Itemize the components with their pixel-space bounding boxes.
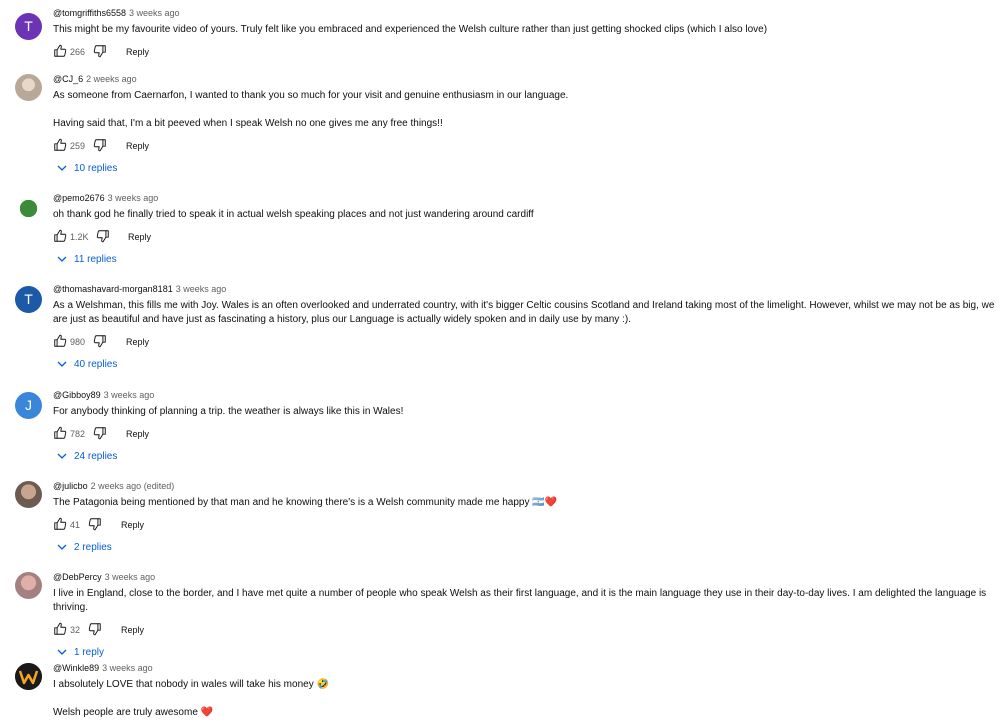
- chevron-down-icon: [57, 544, 67, 550]
- reply-button[interactable]: Reply: [126, 333, 149, 351]
- thumb-up-icon[interactable]: [53, 334, 67, 348]
- comment-author[interactable]: @pemo2676: [53, 193, 105, 203]
- comment-actions: 1.2K Reply: [53, 228, 998, 246]
- replies-label: 40 replies: [74, 359, 118, 370]
- comment-time[interactable]: 3 weeks ago: [108, 193, 159, 203]
- avatar[interactable]: [15, 74, 42, 101]
- comment-time[interactable]: 2 weeks ago: [86, 74, 137, 84]
- reply-button[interactable]: Reply: [126, 137, 149, 155]
- comment-text: For anybody thinking of planning a trip.…: [53, 406, 404, 417]
- comment-time[interactable]: 3 weeks ago: [105, 572, 156, 582]
- replies-label: 10 replies: [74, 163, 118, 174]
- replies-label: 11 replies: [74, 254, 117, 265]
- comment-author[interactable]: @Winkle89: [53, 663, 99, 673]
- like-count: 782: [70, 429, 86, 439]
- comment-actions: 41 Reply: [53, 516, 998, 534]
- replies-label: 1 reply: [74, 647, 105, 658]
- view-replies-button[interactable]: 10 replies: [53, 161, 998, 177]
- like-count: 266: [70, 47, 86, 57]
- thumb-up-icon[interactable]: [53, 622, 67, 636]
- comment-text: oh thank god he finally tried to speak i…: [53, 209, 534, 220]
- comment-actions: 980 Reply: [53, 333, 998, 351]
- reply-button[interactable]: Reply: [121, 516, 144, 534]
- view-replies-button[interactable]: 2 replies: [53, 540, 998, 556]
- like-count: 259: [70, 141, 86, 151]
- comment-author[interactable]: @julicbo: [53, 481, 88, 491]
- comment-author[interactable]: @thomashavard-morgan8181: [53, 284, 173, 294]
- avatar[interactable]: J: [15, 392, 42, 419]
- view-replies-button[interactable]: 11 replies: [53, 252, 998, 268]
- avatar[interactable]: [15, 481, 42, 508]
- chevron-down-icon: [57, 361, 67, 367]
- like-count: 32: [70, 625, 81, 635]
- comment-author[interactable]: @CJ_6: [53, 74, 83, 84]
- like-count: 1.2K: [70, 232, 89, 242]
- thumb-up-icon[interactable]: [53, 138, 67, 152]
- thumb-up-icon[interactable]: [53, 426, 67, 440]
- comment-author[interactable]: @tomgriffiths6558: [53, 8, 126, 18]
- replies-label: 24 replies: [74, 451, 118, 462]
- chevron-down-icon: [57, 453, 67, 459]
- like-count: 980: [70, 337, 86, 347]
- comment-actions: 32 Reply: [53, 621, 998, 639]
- reply-button[interactable]: Reply: [128, 228, 151, 246]
- chevron-down-icon: [57, 165, 67, 171]
- thumb-up-icon[interactable]: [53, 517, 67, 531]
- reply-button[interactable]: Reply: [126, 425, 149, 443]
- avatar[interactable]: [15, 572, 42, 599]
- view-replies-button[interactable]: 1 reply: [53, 645, 998, 661]
- comment-text: I absolutely LOVE that nobody in wales w…: [53, 679, 329, 718]
- reply-button[interactable]: Reply: [126, 43, 149, 61]
- comment-time[interactable]: 3 weeks ago: [104, 390, 155, 400]
- thumb-down-icon[interactable]: [93, 426, 107, 440]
- comment-actions: 266 Reply: [53, 43, 998, 61]
- avatar[interactable]: T: [15, 286, 42, 313]
- comment-author[interactable]: @DebPercy: [53, 572, 102, 582]
- thumb-down-icon[interactable]: [93, 44, 107, 58]
- view-replies-button[interactable]: 24 replies: [53, 449, 998, 465]
- view-replies-button[interactable]: 40 replies: [53, 357, 998, 373]
- avatar[interactable]: T: [15, 13, 42, 40]
- comment-text: As a Welshman, this fills me with Joy. W…: [53, 300, 995, 325]
- thumb-down-icon[interactable]: [93, 138, 107, 152]
- comment-text: The Patagonia being mentioned by that ma…: [53, 497, 558, 508]
- thumb-up-icon[interactable]: [53, 44, 67, 58]
- comment-text: As someone from Caernarfon, I wanted to …: [53, 90, 569, 129]
- comment-text: I live in England, close to the border, …: [53, 588, 987, 613]
- comment-text: This might be my favourite video of your…: [53, 24, 768, 35]
- thumb-up-icon[interactable]: [53, 229, 67, 243]
- comment-time[interactable]: 2 weeks ago (edited): [91, 481, 175, 491]
- avatar[interactable]: [15, 195, 42, 222]
- thumb-down-icon[interactable]: [96, 229, 110, 243]
- winkle-logo-icon: [15, 663, 42, 690]
- thumb-down-icon[interactable]: [93, 334, 107, 348]
- comment-time[interactable]: 3 weeks ago: [102, 663, 153, 673]
- comment-actions: 259 Reply: [53, 137, 998, 155]
- comment-actions: 782 Reply: [53, 425, 998, 443]
- reply-button[interactable]: Reply: [121, 621, 144, 639]
- chevron-down-icon: [57, 256, 67, 262]
- chevron-down-icon: [57, 649, 67, 655]
- comment-time[interactable]: 3 weeks ago: [129, 8, 180, 18]
- replies-label: 2 replies: [74, 542, 112, 553]
- comment-time[interactable]: 3 weeks ago: [176, 284, 227, 294]
- like-count: 41: [70, 520, 81, 530]
- comment-author[interactable]: @Gibboy89: [53, 390, 101, 400]
- thumb-down-icon[interactable]: [88, 622, 102, 636]
- avatar[interactable]: [15, 663, 42, 690]
- thumb-down-icon[interactable]: [88, 517, 102, 531]
